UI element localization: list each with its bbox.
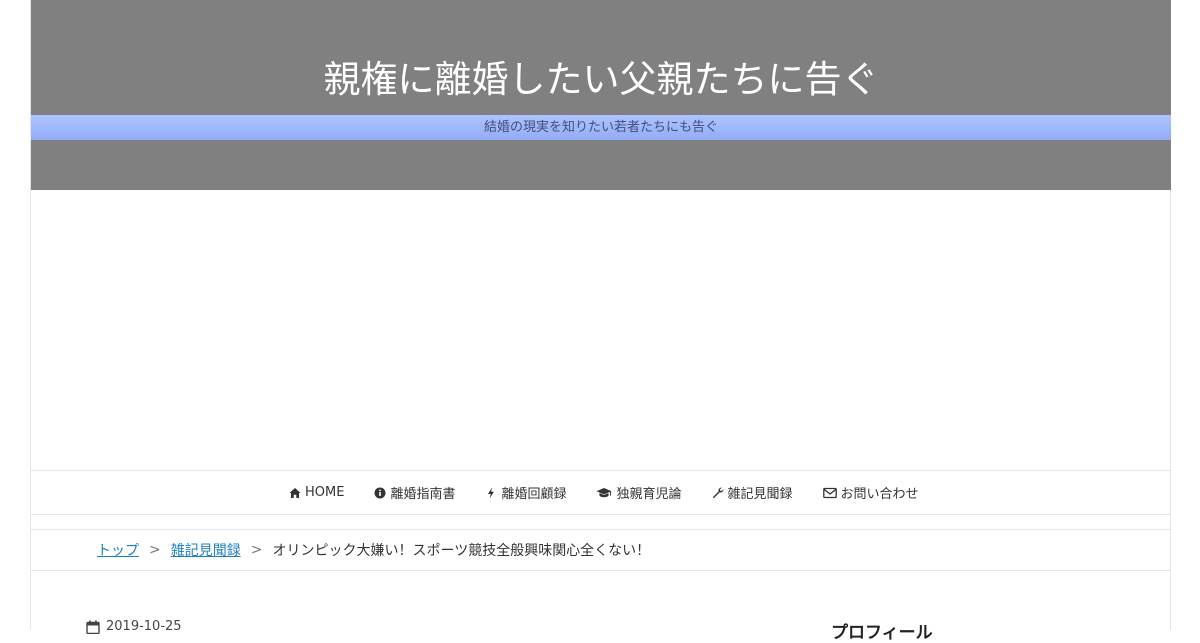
wrench-icon <box>712 487 724 499</box>
graduation-cap-icon <box>596 487 612 499</box>
sidebar-profile-heading: プロフィール <box>831 623 933 643</box>
nav-item-label: 離婚指南書 <box>390 487 456 502</box>
page-container: 親権に離婚したい父親たちに告ぐ 結婚の現実を知りたい若者たちにも告ぐ HOME … <box>30 0 1171 643</box>
breadcrumb-top-link[interactable]: トップ <box>97 540 139 560</box>
breadcrumb-category-link[interactable]: 雑記見聞録 <box>171 540 241 560</box>
site-title[interactable]: 親権に離婚したい父親たちに告ぐ <box>31 56 1171 104</box>
breadcrumb-separator: > <box>250 542 263 558</box>
nav-item-single-parent[interactable]: 独親育児論 <box>596 483 682 502</box>
info-circle-icon <box>374 487 386 499</box>
envelope-icon <box>822 487 837 499</box>
breadcrumb: トップ > 雑記見聞録 > オリンピック大嫌い！スポーツ競技全般興味関心全くない… <box>97 530 650 570</box>
nav-item-label: 雑記見聞録 <box>727 487 793 502</box>
nav-list: HOME 離婚指南書 離婚回顧録 独親育児論 雑記見聞録 お問い合わせ <box>289 471 919 514</box>
global-nav: HOME 離婚指南書 離婚回顧録 独親育児論 雑記見聞録 お問い合わせ <box>31 470 1171 515</box>
nav-item-divorce-memoir[interactable]: 離婚回顧録 <box>485 483 566 502</box>
nav-item-divorce-guide[interactable]: 離婚指南書 <box>374 483 455 502</box>
tagline-bar: 結婚の現実を知りたい若者たちにも告ぐ <box>31 115 1171 140</box>
nav-item-label: HOME <box>305 485 345 500</box>
bolt-icon <box>485 487 497 499</box>
calendar-icon <box>86 620 100 634</box>
site-tagline: 結婚の現実を知りたい若者たちにも告ぐ <box>483 120 718 135</box>
home-icon <box>289 487 301 499</box>
breadcrumb-bar: トップ > 雑記見聞録 > オリンピック大嫌い！スポーツ競技全般興味関心全くない… <box>31 529 1171 571</box>
post-date: 2019-10-25 <box>86 619 182 634</box>
post-date-text: 2019-10-25 <box>106 619 182 634</box>
breadcrumb-separator: > <box>149 542 161 558</box>
nav-item-label: 離婚回顧録 <box>501 487 567 502</box>
nav-item-home[interactable]: HOME <box>289 485 344 500</box>
nav-item-contact[interactable]: お問い合わせ <box>822 483 919 502</box>
nav-item-miscellany[interactable]: 雑記見聞録 <box>712 483 793 502</box>
breadcrumb-current: オリンピック大嫌い！スポーツ競技全般興味関心全くない！ <box>272 543 651 559</box>
nav-item-label: お問い合わせ <box>840 487 919 502</box>
nav-item-label: 独親育児論 <box>616 487 682 502</box>
site-header: 親権に離婚したい父親たちに告ぐ 結婚の現実を知りたい若者たちにも告ぐ <box>31 0 1171 190</box>
